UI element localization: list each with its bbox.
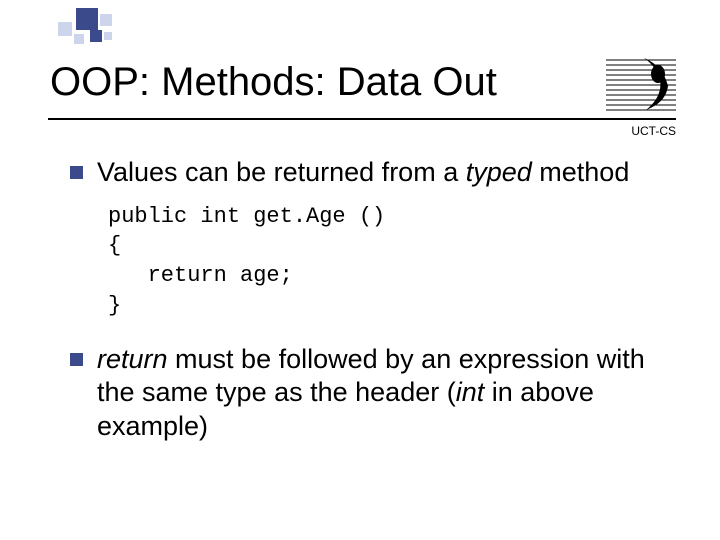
bullet-1: Values can be returned from a typed meth… <box>70 156 670 190</box>
text: method <box>532 157 630 187</box>
bullet-marker <box>70 166 83 179</box>
logo-label: UCT-CS <box>631 124 676 138</box>
slide: OOP: Methods: Data Out UCT-CS <box>0 0 720 540</box>
code-line: { <box>108 233 121 258</box>
code-line: } <box>108 293 121 318</box>
bullet-2: return must be followed by an expression… <box>70 343 670 444</box>
bullet-1-text: Values can be returned from a typed meth… <box>97 156 629 190</box>
content-area: Values can be returned from a typed meth… <box>70 156 670 454</box>
text: Values can be returned from a <box>97 157 466 187</box>
bullet-2-text: return must be followed by an expression… <box>97 343 670 444</box>
code-line: public int get.Age () <box>108 204 385 229</box>
text-italic: typed <box>466 157 532 187</box>
text-italic: int <box>456 377 485 407</box>
text-italic: return <box>97 344 168 374</box>
slide-title: OOP: Methods: Data Out <box>50 60 497 105</box>
code-line: return age; <box>108 263 293 288</box>
logo-graphic <box>606 56 676 112</box>
bullet-marker <box>70 353 83 366</box>
code-block: public int get.Age () { return age; } <box>108 202 670 321</box>
corner-decoration <box>50 8 130 48</box>
title-underline <box>48 118 676 120</box>
